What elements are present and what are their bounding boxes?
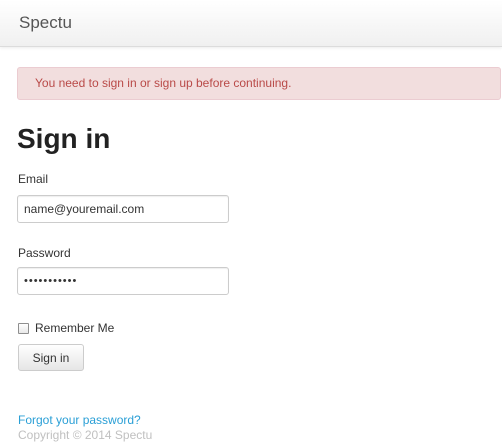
sign-in-button[interactable]: Sign in bbox=[18, 344, 84, 371]
remember-me-label: Remember Me bbox=[35, 321, 115, 335]
remember-me-checkbox[interactable] bbox=[18, 322, 29, 334]
email-field[interactable] bbox=[17, 195, 229, 223]
remember-me-row: Remember Me bbox=[18, 320, 114, 336]
brand-link[interactable]: Spectu bbox=[19, 13, 72, 33]
password-label: Password bbox=[18, 246, 71, 260]
alert-message: You need to sign in or sign up before co… bbox=[17, 67, 501, 100]
forgot-password-link[interactable]: Forgot your password? bbox=[18, 413, 141, 427]
password-field[interactable] bbox=[17, 267, 229, 295]
page-title: Sign in bbox=[17, 123, 111, 154]
navbar: Spectu bbox=[0, 0, 502, 47]
copyright-text: Copyright © 2014 Spectu bbox=[18, 428, 153, 442]
email-label: Email bbox=[18, 172, 49, 186]
